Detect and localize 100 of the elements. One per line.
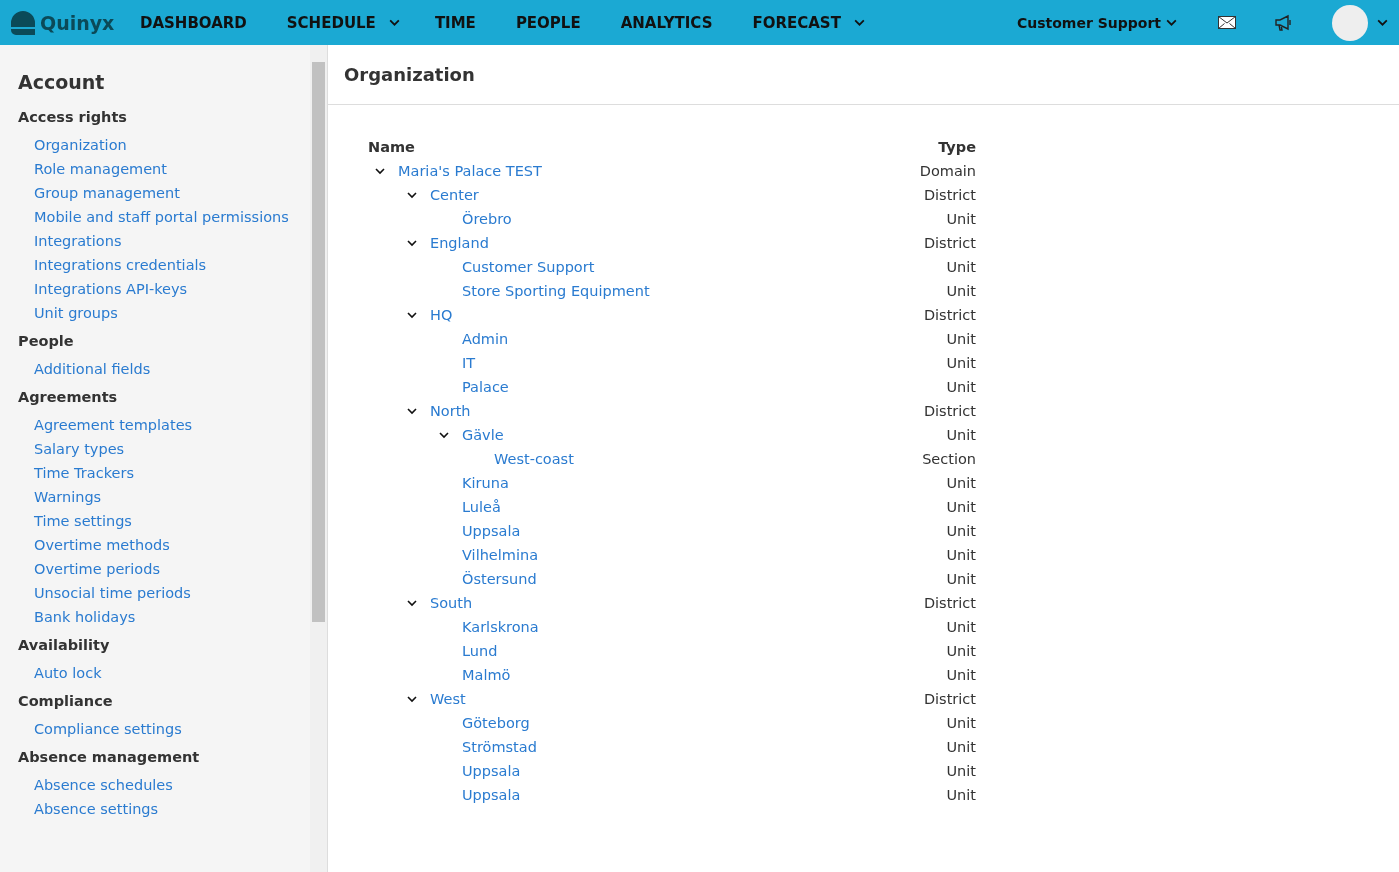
sidebar-link[interactable]: Salary types <box>18 437 310 461</box>
org-node-link[interactable]: Karlskrona <box>462 619 539 635</box>
expand-toggle[interactable] <box>406 189 418 201</box>
sidebar-link[interactable]: Role management <box>18 157 310 181</box>
sidebar-link[interactable]: Overtime periods <box>18 557 310 581</box>
sidebar-link[interactable]: Integrations API-keys <box>18 277 310 301</box>
type-cell: Unit <box>946 427 976 443</box>
sidebar-link[interactable]: Absence settings <box>18 797 310 821</box>
type-cell: Unit <box>946 211 976 227</box>
org-node-link[interactable]: Göteborg <box>462 715 530 731</box>
chevron-down-icon <box>406 237 418 249</box>
sidebar-link[interactable]: Overtime methods <box>18 533 310 557</box>
org-node-link[interactable]: Malmö <box>462 667 511 683</box>
org-node-link[interactable]: Östersund <box>462 571 537 587</box>
org-node-link[interactable]: Center <box>430 187 479 203</box>
sidebar-link[interactable]: Auto lock <box>18 661 310 685</box>
sidebar-link[interactable]: Additional fields <box>18 357 310 381</box>
org-node-link[interactable]: Strömstad <box>462 739 537 755</box>
org-node-link[interactable]: Maria's Palace TEST <box>398 163 542 179</box>
type-cell: Unit <box>946 787 976 803</box>
type-cell: District <box>923 595 976 611</box>
type-cell: District <box>923 235 976 251</box>
type-cell: Unit <box>946 283 976 299</box>
megaphone-icon <box>1274 13 1294 32</box>
sidebar-link[interactable]: Compliance settings <box>18 717 310 741</box>
org-node-link[interactable]: IT <box>462 355 476 371</box>
announcement-button[interactable] <box>1274 13 1294 32</box>
org-node-link[interactable]: Kiruna <box>462 475 509 491</box>
sidebar-link[interactable]: Unsocial time periods <box>18 581 310 605</box>
scrollbar-thumb[interactable] <box>312 62 325 622</box>
org-node-link[interactable]: Örebro <box>462 211 512 227</box>
section-heading: Compliance <box>18 693 114 709</box>
scrollbar[interactable] <box>310 45 327 872</box>
section-heading: Availability <box>18 637 111 653</box>
expand-toggle[interactable] <box>374 165 386 177</box>
nav-menu-item[interactable]: PEOPLE <box>515 13 581 32</box>
org-node-link[interactable]: South <box>430 595 473 611</box>
nav-menu-item[interactable]: FORECAST <box>752 13 866 32</box>
type-cell: Unit <box>946 739 976 755</box>
chevron-down-icon <box>438 429 450 441</box>
type-cell: Unit <box>946 619 976 635</box>
org-node-link[interactable]: Customer Support <box>462 259 595 275</box>
page-title: Organization <box>344 64 475 85</box>
expand-toggle[interactable] <box>406 693 418 705</box>
org-node-link[interactable]: West <box>430 691 466 707</box>
logo-icon <box>10 9 36 36</box>
section-heading: Agreements <box>18 389 119 405</box>
type-cell: Unit <box>946 667 976 683</box>
sidebar-link[interactable]: Time Trackers <box>18 461 310 485</box>
org-node-link[interactable]: HQ <box>430 307 453 323</box>
org-node-link[interactable]: Lund <box>462 643 498 659</box>
type-cell: Unit <box>946 715 976 731</box>
type-cell: Unit <box>946 763 976 779</box>
nav-menu-item[interactable]: ANALYTICS <box>620 13 713 32</box>
sidebar-link[interactable]: Unit groups <box>18 301 310 325</box>
org-node-link[interactable]: Palace <box>462 379 509 395</box>
type-cell: Unit <box>946 379 976 395</box>
chevron-down-icon <box>406 189 418 201</box>
sidebar-link[interactable]: Integrations credentials <box>18 253 310 277</box>
sidebar-link[interactable]: Group management <box>18 181 310 205</box>
org-node-link[interactable]: West-coast <box>494 451 574 467</box>
org-node-link[interactable]: Luleå <box>462 499 501 515</box>
type-cell: Domain <box>919 163 976 179</box>
org-node-link[interactable]: Gävle <box>462 427 504 443</box>
nav-menu-item[interactable]: TIME <box>434 13 476 32</box>
type-cell: District <box>923 691 976 707</box>
org-node-link[interactable]: Store Sporting Equipment <box>462 283 650 299</box>
sidebar-link[interactable]: Organization <box>18 133 310 157</box>
type-cell: Unit <box>946 523 976 539</box>
sidebar-link[interactable]: Integrations <box>18 229 310 253</box>
nav-menu-item[interactable]: DASHBOARD <box>140 13 247 32</box>
type-cell: Unit <box>946 499 976 515</box>
expand-toggle[interactable] <box>406 597 418 609</box>
sidebar-link[interactable]: Bank holidays <box>18 605 310 629</box>
sidebar-link[interactable]: Mobile and staff portal permissions <box>18 205 310 229</box>
chevron-down-icon <box>374 165 386 177</box>
sidebar-link[interactable]: Warnings <box>18 485 310 509</box>
org-node-link[interactable]: Uppsala <box>462 787 521 803</box>
org-node-link[interactable]: Uppsala <box>462 763 521 779</box>
type-cell: District <box>923 403 976 419</box>
type-cell: District <box>923 307 976 323</box>
mail-icon <box>1218 16 1236 29</box>
expand-toggle[interactable] <box>406 309 418 321</box>
sidebar-link[interactable]: Absence schedules <box>18 773 310 797</box>
chevron-down-icon <box>406 405 418 417</box>
mail-button[interactable] <box>1218 16 1236 29</box>
org-node-link[interactable]: Vilhelmina <box>462 547 539 563</box>
unit-selector[interactable]: Customer Support <box>1016 14 1178 31</box>
section-heading: Absence management <box>18 749 201 765</box>
org-node-link[interactable]: Uppsala <box>462 523 521 539</box>
nav-menu-item[interactable]: SCHEDULE <box>286 13 401 32</box>
org-node-link[interactable]: Admin <box>462 331 509 347</box>
org-node-link[interactable]: North <box>430 403 471 419</box>
sidebar-link[interactable]: Agreement templates <box>18 413 310 437</box>
expand-toggle[interactable] <box>406 237 418 249</box>
expand-toggle[interactable] <box>406 405 418 417</box>
org-node-link[interactable]: England <box>430 235 489 251</box>
type-cell: Unit <box>946 643 976 659</box>
sidebar-link[interactable]: Time settings <box>18 509 310 533</box>
expand-toggle[interactable] <box>438 429 450 441</box>
